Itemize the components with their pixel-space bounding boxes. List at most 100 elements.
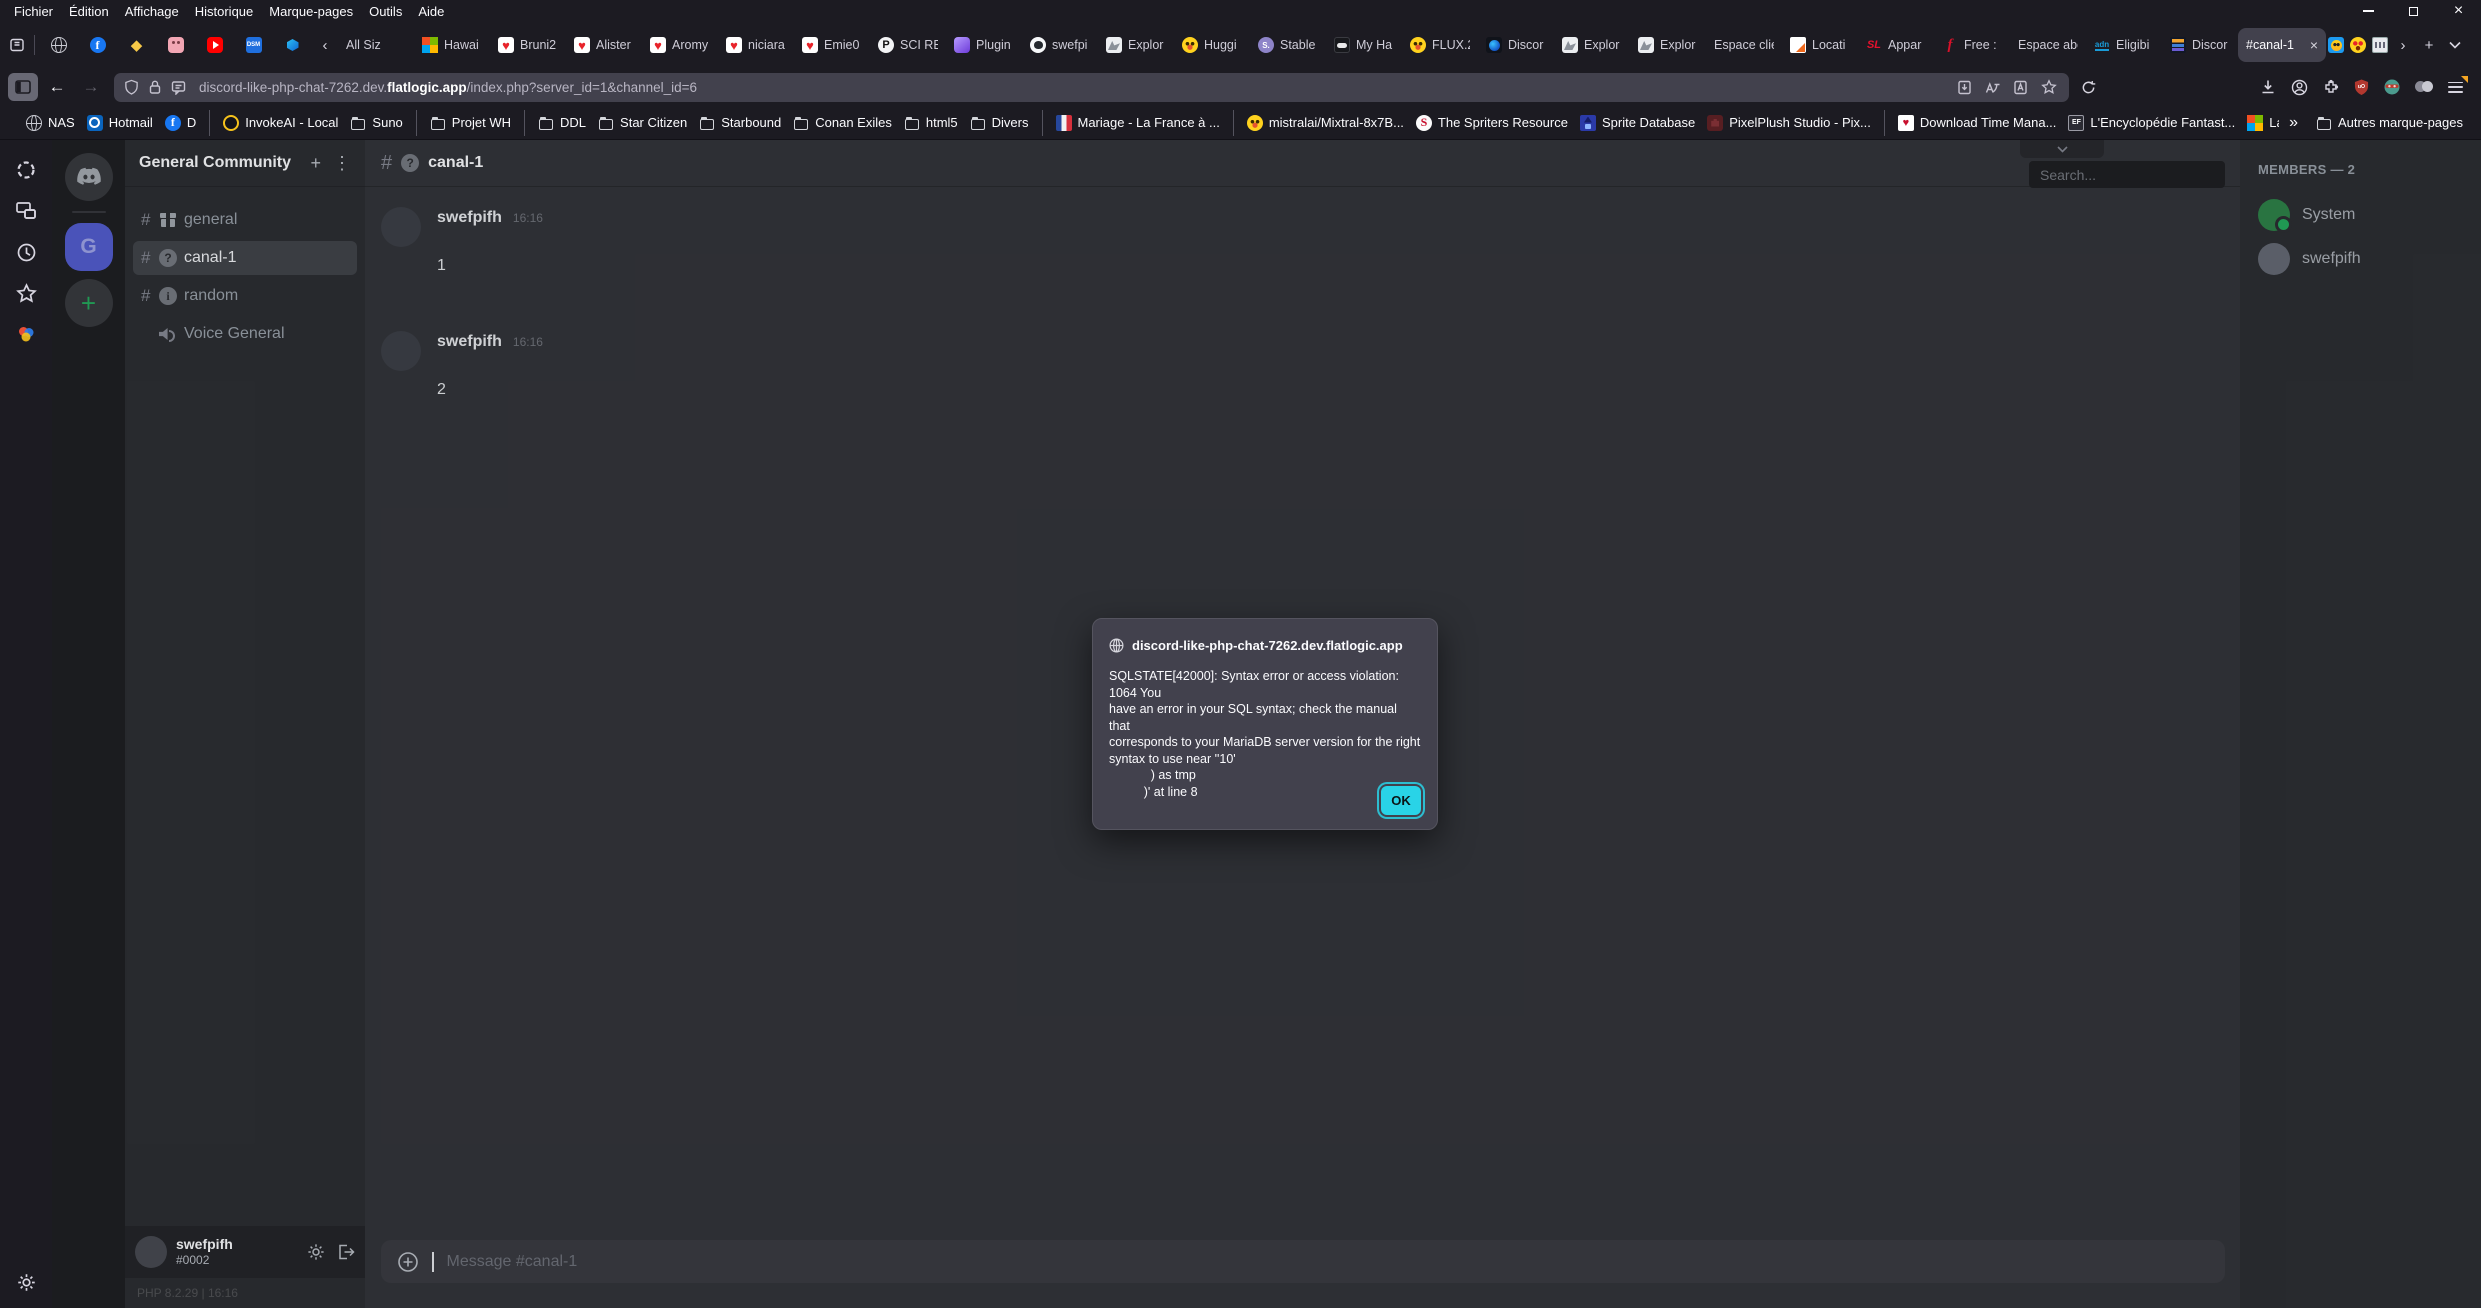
add-server-button[interactable]: +	[65, 279, 113, 327]
bookmark-item[interactable]: La connexion Wifi et E...	[2241, 110, 2279, 136]
browser-tab[interactable]: Huggi ×	[1174, 28, 1250, 62]
search-input[interactable]	[2038, 166, 2216, 184]
browser-tab[interactable]: Explor ×	[1554, 28, 1630, 62]
menu-item[interactable]: Édition	[61, 4, 117, 19]
browser-tab[interactable]: My Ha ×	[1326, 28, 1402, 62]
bookmarks-overflow-button[interactable]: »	[2279, 114, 2308, 132]
bookmark-item[interactable]: Starbound	[693, 110, 787, 136]
translate-icon[interactable]	[1985, 80, 2000, 95]
bookmark-item[interactable]: PixelPlush Studio - Pix...	[1701, 110, 1877, 136]
browser-tab[interactable]: Hawai ×	[414, 28, 490, 62]
ublock-origin-icon[interactable]: uO	[2354, 79, 2369, 95]
message-author[interactable]: swefpifh	[437, 209, 502, 227]
pinned-tab[interactable]	[156, 28, 195, 62]
member-row[interactable]: swefpifh	[2254, 237, 2467, 281]
bookmark-item[interactable]: html5	[898, 110, 964, 136]
menu-item[interactable]: Aide	[410, 4, 452, 19]
list-tabs-button[interactable]	[2442, 30, 2468, 60]
browser-tab[interactable]: Appar ×	[1858, 28, 1934, 62]
sidebar-toggle-button[interactable]	[8, 73, 38, 101]
browser-tab[interactable]: SCI RE ×	[870, 28, 946, 62]
browser-tab[interactable]: Discor ×	[2162, 28, 2238, 62]
maximize-button[interactable]	[2391, 0, 2436, 22]
new-tab-button[interactable]: +	[2416, 30, 2442, 60]
menu-item[interactable]: Affichage	[117, 4, 187, 19]
container-tabs-icon[interactable]	[2415, 80, 2433, 94]
bookmark-item[interactable]: The Spriters Resource	[1410, 110, 1574, 136]
pinned-tab[interactable]	[78, 28, 117, 62]
bookmark-item[interactable]: mistralai/Mixtral-8x7B...	[1233, 110, 1410, 136]
discord-home-button[interactable]	[65, 153, 113, 201]
bookmark-item[interactable]: Conan Exiles	[787, 110, 898, 136]
browser-tab[interactable]: Alister ×	[566, 28, 642, 62]
back-button[interactable]: ←	[42, 73, 72, 101]
bookmark-item[interactable]: L'Encyclopédie Fantast...	[2062, 110, 2241, 136]
browser-tab[interactable]: Espace clie ×	[1706, 28, 1782, 62]
pinned-tab[interactable]	[195, 28, 234, 62]
browser-tab[interactable]: All Siz ×	[338, 28, 414, 62]
browser-tab[interactable]: Plugin ×	[946, 28, 1022, 62]
message-group[interactable]: swefpifh 16:16 2	[381, 331, 2224, 399]
menu-item[interactable]: Marque-pages	[261, 4, 361, 19]
bookmark-item[interactable]: Mariage - La France à ...	[1042, 110, 1226, 136]
shield-icon[interactable]	[124, 79, 139, 95]
browser-tab[interactable]: Bruni2 ×	[490, 28, 566, 62]
bookmark-item[interactable]: Hotmail	[81, 110, 159, 136]
browser-tab[interactable]: Explor ×	[1630, 28, 1706, 62]
browser-tab[interactable]: Free : ×	[1934, 28, 2010, 62]
ok-button[interactable]: OK	[1381, 786, 1421, 815]
scroll-tabs-left-button[interactable]: ‹	[312, 30, 338, 60]
browser-tab[interactable]: Discor ×	[1478, 28, 1554, 62]
extensions-puzzle-icon[interactable]	[2323, 79, 2339, 95]
menu-item[interactable]: Historique	[187, 4, 262, 19]
channel-item[interactable]: # canal-1	[133, 241, 357, 275]
minimize-button[interactable]	[2346, 0, 2391, 22]
bookmark-item[interactable]: DDL	[524, 110, 592, 136]
extension-avatar-icon[interactable]	[2384, 79, 2400, 95]
channel-item[interactable]: Voice General	[133, 317, 357, 351]
bookmark-item[interactable]: NAS	[20, 110, 81, 136]
close-button[interactable]: ×	[2436, 0, 2481, 22]
history-clock-icon[interactable]	[14, 240, 38, 264]
synced-tabs-icon[interactable]	[14, 199, 38, 223]
bookmark-star-icon[interactable]	[2041, 79, 2057, 95]
other-bookmarks-button[interactable]: Autres marque-pages	[2308, 115, 2471, 131]
translate-page-icon[interactable]	[2013, 80, 2028, 95]
browser-tab[interactable]: swefpi ×	[1022, 28, 1098, 62]
bookmarks-star-icon[interactable]	[14, 281, 38, 305]
bookmark-item[interactable]: Star Citizen	[592, 110, 693, 136]
message-author[interactable]: swefpifh	[437, 333, 502, 351]
message-group[interactable]: swefpifh 16:16 1	[381, 207, 2224, 275]
downloads-icon[interactable]	[2260, 79, 2276, 95]
pinned-tab[interactable]	[39, 28, 78, 62]
scroll-tabs-right-button[interactable]: ›	[2390, 30, 2416, 60]
lock-icon[interactable]	[148, 79, 162, 95]
browser-tab[interactable]: Emie0 ×	[794, 28, 870, 62]
browser-tab-small[interactable]	[2326, 30, 2346, 60]
bookmark-item[interactable]: Sprite Database	[1574, 110, 1701, 136]
url-bar[interactable]: discord-like-php-chat-7262.dev.flatlogic…	[114, 73, 2069, 102]
member-row[interactable]: System	[2254, 193, 2467, 237]
menu-item[interactable]: Fichier	[6, 4, 61, 19]
pinned-tab[interactable]	[117, 28, 156, 62]
browser-tab[interactable]: Locati ×	[1782, 28, 1858, 62]
browser-tab[interactable]: Eligibi ×	[2086, 28, 2162, 62]
user-avatar[interactable]	[135, 1236, 167, 1268]
firefox-view-button[interactable]	[4, 30, 30, 60]
server-header[interactable]: General Community + ⋮	[125, 140, 365, 187]
browser-tab[interactable]: Stable ×	[1250, 28, 1326, 62]
message-avatar[interactable]	[381, 331, 421, 371]
bookmark-item[interactable]: Projet WH	[416, 110, 517, 136]
logout-icon[interactable]	[337, 1244, 355, 1260]
app-menu-icon[interactable]	[2448, 82, 2463, 93]
browser-tab[interactable]: Explor ×	[1098, 28, 1174, 62]
permissions-icon[interactable]	[171, 80, 186, 95]
message-input[interactable]: Message #canal-1	[381, 1240, 2225, 1283]
browser-tab-small[interactable]	[2370, 30, 2390, 60]
sidebar-settings-gear-icon[interactable]	[14, 1270, 38, 1294]
tab-close-icon[interactable]: ×	[2310, 37, 2318, 53]
browser-tab[interactable]: FLUX.2 ×	[1402, 28, 1478, 62]
pinned-tab[interactable]	[234, 28, 273, 62]
user-settings-gear-icon[interactable]	[307, 1243, 325, 1261]
add-channel-icon[interactable]: +	[310, 153, 321, 174]
